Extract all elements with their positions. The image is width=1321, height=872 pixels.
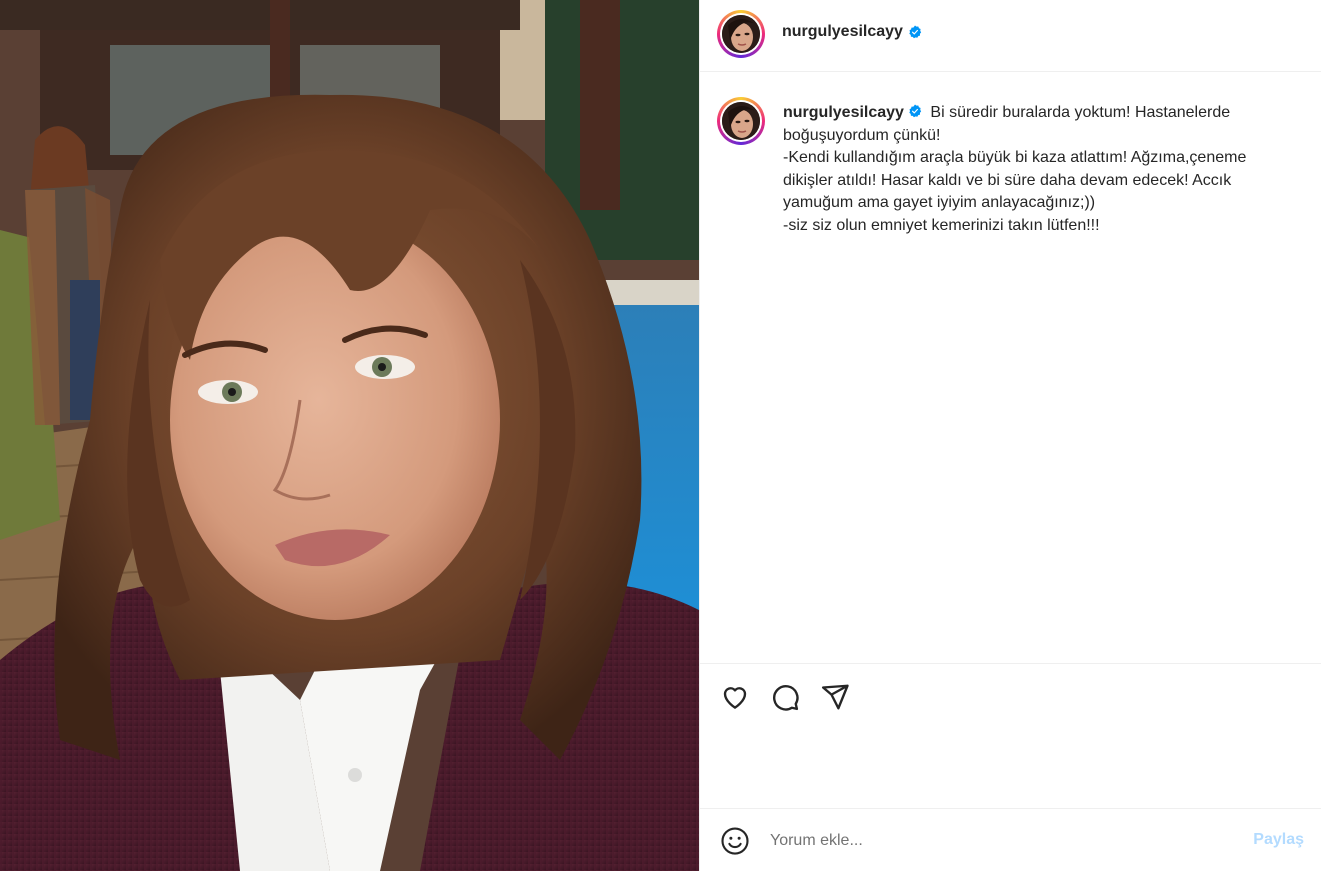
comment-bubble-icon[interactable] [770, 682, 800, 712]
caption-author-avatar[interactable] [717, 97, 765, 145]
caption-username[interactable]: nurgulyesilcayy [783, 104, 904, 121]
caption-line: boğuşuyordum çünkü! [783, 126, 941, 144]
comment-input[interactable] [770, 827, 1230, 855]
author-username[interactable]: nurgulyesilcayy [782, 23, 903, 41]
post-caption: nurgulyesilcayy Bi süredir buralarda yok… [783, 102, 1283, 238]
smiley-icon[interactable] [720, 826, 750, 856]
caption-line: -Kendi kullandığım araçla büyük bi kaza … [783, 149, 1247, 167]
paper-plane-icon[interactable] [820, 682, 850, 712]
caption-line: yamuğum ama gayet iyiyim anlayacağınız;)… [783, 194, 1096, 212]
caption-section: nurgulyesilcayy Bi süredir buralarda yok… [700, 72, 1321, 662]
post-comment-button[interactable]: Paylaş [1253, 831, 1304, 849]
post-side-panel: nurgulyesilcayy nurgulyesilcayy Bi süred… [699, 0, 1321, 871]
post-photo[interactable] [0, 0, 699, 871]
caption-line: Bi süredir buralarda yoktum! Hastanelerd… [930, 104, 1231, 121]
comment-bar: Paylaş [700, 808, 1321, 872]
heart-icon[interactable] [720, 682, 750, 712]
caption-line: -siz siz olun emniyet kemerinizi takın l… [783, 216, 1100, 234]
post-header: nurgulyesilcayy [700, 0, 1321, 72]
caption-line: dikişler atıldı! Hasar kaldı ve bi süre … [783, 171, 1232, 189]
verified-badge-icon [909, 25, 922, 39]
post-actions [700, 663, 1321, 808]
instagram-post: nurgulyesilcayy nurgulyesilcayy Bi süred… [0, 0, 1321, 871]
verified-badge-icon [909, 104, 922, 118]
author-avatar[interactable] [717, 10, 765, 58]
selfie-image [0, 0, 699, 871]
